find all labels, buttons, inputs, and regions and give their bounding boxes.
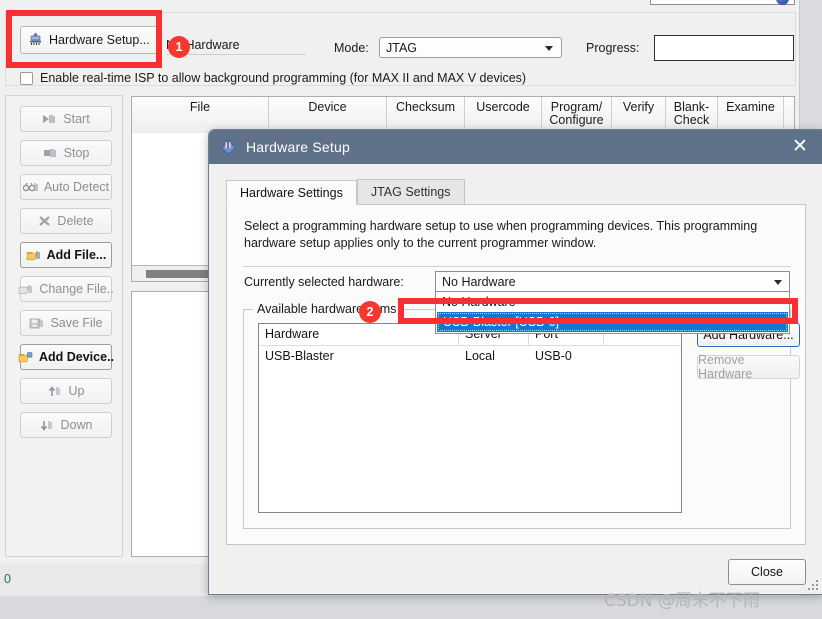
annotation-badge-2: 2: [359, 301, 381, 323]
sidebar-item-add-file[interactable]: Add File...: [20, 242, 112, 268]
column-header-checksum[interactable]: Checksum: [387, 97, 465, 133]
sidebar-item-start[interactable]: Start: [20, 106, 112, 132]
realtime-isp-row[interactable]: Enable real-time ISP to allow background…: [20, 71, 526, 85]
sidebar-item-delete[interactable]: Delete: [20, 208, 112, 234]
sidebar-item-up[interactable]: Up: [20, 378, 112, 404]
mode-select[interactable]: JTAG: [379, 37, 562, 58]
currently-selected-hardware-value: No Hardware: [442, 274, 516, 289]
save-file-icon: [29, 317, 45, 330]
sidebar-item-change-file[interactable]: Change File..: [18, 276, 114, 302]
sidebar-item-label: Down: [60, 418, 93, 432]
table-row[interactable]: USB-Blaster Local USB-0: [259, 346, 681, 367]
close-icon[interactable]: ✕: [790, 137, 810, 157]
change-file-icon: [18, 283, 34, 296]
hardware-setup-dialog: Hardware Setup ✕ Hardware Settings JTAG …: [208, 129, 822, 595]
play-icon: [42, 113, 58, 126]
screenshot-root: Hardware Setup... No Hardware Mode: JTAG…: [0, 0, 822, 619]
add-file-icon: [26, 249, 42, 262]
sidebar-item-save-file[interactable]: Save File: [20, 310, 112, 336]
sidebar-item-label: Up: [68, 384, 85, 398]
arrow-up-icon: [48, 385, 64, 398]
sidebar-item-auto-detect[interactable]: Auto Detect: [20, 174, 112, 200]
cell-hardware: USB-Blaster: [265, 349, 334, 363]
delete-x-icon: [38, 215, 52, 228]
column-header-file[interactable]: File: [132, 97, 269, 133]
remove-hardware-button[interactable]: Remove Hardware: [697, 353, 800, 381]
arrow-down-icon: [40, 419, 56, 432]
column-header-blank-check[interactable]: Blank- Check: [666, 97, 718, 133]
sidebar-item-down[interactable]: Down: [20, 412, 112, 438]
sidebar-item-label: Change File..: [39, 282, 114, 296]
column-header-verify[interactable]: Verify: [612, 97, 666, 133]
add-device-icon: [18, 351, 34, 364]
currently-selected-hardware-select[interactable]: No Hardware: [435, 271, 790, 292]
chevron-down-icon: [774, 280, 782, 285]
column-header-usercode[interactable]: Usercode: [465, 97, 542, 133]
tab-hardware-settings[interactable]: Hardware Settings: [226, 180, 357, 205]
column-header-program-configure[interactable]: Program/ Configure: [542, 97, 612, 133]
stop-icon: [43, 147, 59, 160]
sidebar-item-label: Add Device..: [38, 350, 115, 364]
realtime-isp-checkbox[interactable]: [20, 71, 33, 85]
sidebar-item-label: Start: [63, 112, 90, 126]
dialog-tabstrip: Hardware Settings JTAG Settings: [226, 179, 806, 205]
binoculars-icon: [22, 181, 39, 194]
device-table-header-row: File Device Checksum Usercode Program/ C…: [132, 97, 794, 133]
watermark: CSDN @周末不下雨: [604, 591, 760, 611]
dialog-titlebar[interactable]: Hardware Setup ✕: [209, 130, 822, 164]
realtime-isp-label: Enable real-time ISP to allow background…: [40, 71, 527, 85]
sidebar-item-label: Auto Detect: [43, 180, 110, 194]
mode-select-value: JTAG: [386, 40, 418, 55]
tab-jtag-settings[interactable]: JTAG Settings: [356, 179, 465, 204]
sidebar-item-stop[interactable]: Stop: [20, 140, 112, 166]
sidebar-item-label: Save File: [50, 316, 103, 330]
chevron-down-icon: [545, 46, 553, 51]
annotation-box-1: [6, 10, 162, 68]
action-sidebar: Start Stop Auto Detect Delete Add File..…: [5, 95, 123, 557]
currently-selected-hardware-label: Currently selected hardware:: [244, 275, 404, 289]
column-header-examine[interactable]: Examine: [718, 97, 784, 133]
hardware-settings-tabpage: Select a programming hardware setup to u…: [226, 205, 806, 545]
sidebar-item-add-device[interactable]: Add Device..: [18, 344, 115, 370]
cell-port: USB-0: [535, 349, 572, 363]
column-header-hardware[interactable]: Hardware: [259, 324, 459, 345]
sidebar-item-label: Add File...: [46, 248, 107, 262]
progress-label: Progress:: [586, 41, 640, 55]
resize-grip[interactable]: [808, 580, 819, 591]
progress-bar: [654, 35, 794, 61]
available-hardware-table: Hardware Server Port USB-Blaster Local U…: [258, 323, 682, 513]
status-bar-value: 0: [4, 572, 11, 586]
annotation-box-2: [398, 298, 798, 324]
cell-server: Local: [465, 349, 495, 363]
mode-label: Mode:: [334, 41, 369, 55]
dialog-description: Select a programming hardware setup to u…: [244, 219, 758, 250]
hardware-setup-dialog-icon: [219, 138, 238, 157]
sidebar-item-label: Delete: [57, 214, 94, 228]
annotation-badge-1: 1: [168, 36, 190, 58]
divider: [243, 266, 791, 267]
close-button[interactable]: Close: [728, 559, 806, 585]
dialog-body: Hardware Settings JTAG Settings Select a…: [209, 164, 822, 594]
dialog-title: Hardware Setup: [246, 139, 350, 155]
sidebar-item-label: Stop: [63, 146, 90, 160]
column-header-device[interactable]: Device: [269, 97, 387, 133]
clipped-top-textbox: [650, 0, 795, 5]
